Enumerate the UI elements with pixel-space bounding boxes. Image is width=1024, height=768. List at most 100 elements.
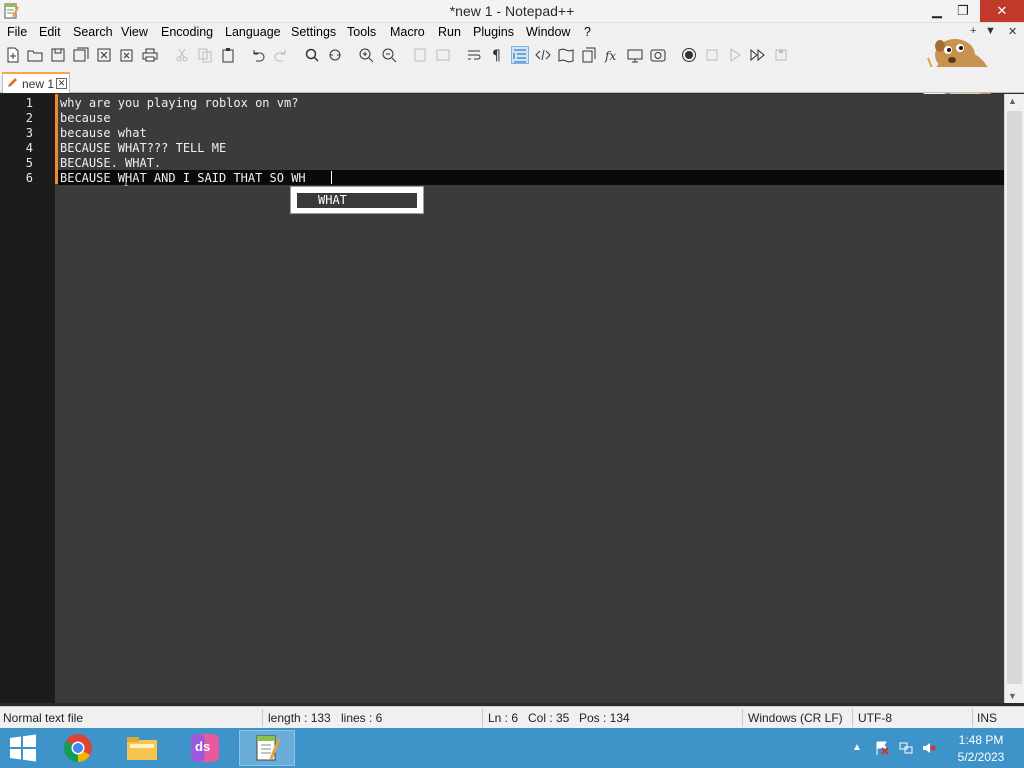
find-icon[interactable] — [303, 46, 321, 64]
monitoring-icon[interactable] — [649, 46, 667, 64]
title-bar: *new 1 - Notepad++ ▁ ❐ ✕ — [0, 0, 1024, 23]
print-icon[interactable] — [141, 46, 159, 64]
eol-status[interactable]: Windows (CR LF) — [748, 711, 843, 725]
lines-status: lines : 6 — [341, 711, 383, 725]
menu-encoding[interactable]: Encoding — [161, 25, 213, 39]
toolbar: ¶ fx — [0, 43, 1024, 67]
stop-macro-icon[interactable] — [703, 46, 721, 64]
text-caret — [331, 171, 332, 184]
menu-edit[interactable]: Edit — [39, 25, 61, 39]
line-status: Ln : 6 — [488, 711, 519, 725]
close-icon[interactable] — [95, 46, 113, 64]
scroll-up-icon[interactable]: ▲ — [1008, 96, 1017, 106]
tab-new-1[interactable]: new 1 ✕ — [2, 72, 70, 93]
open-file-icon[interactable] — [26, 46, 44, 64]
play-macro-icon[interactable] — [726, 46, 744, 64]
menu-language[interactable]: Language — [225, 25, 281, 39]
menu-macro[interactable]: Macro — [390, 25, 425, 39]
line-number-gutter: 1 2 3 4 5 6 — [0, 94, 55, 703]
menu-plugins[interactable]: Plugins — [473, 25, 514, 39]
xml-tags-icon[interactable] — [534, 46, 552, 64]
clock-time[interactable]: 1:48 PM — [955, 733, 1007, 747]
screen: *new 1 - Notepad++ ▁ ❐ ✕ File Edit Searc… — [0, 0, 1024, 768]
zoom-in-icon[interactable] — [357, 46, 375, 64]
line-number: 3 — [25, 126, 33, 140]
status-bar: Normal text file length : 133 lines : 6 … — [0, 706, 1024, 728]
autocomplete-item[interactable]: WHAT — [297, 193, 417, 208]
show-hidden-icons-icon[interactable]: ▲ — [852, 742, 866, 756]
zoom-out-icon[interactable] — [380, 46, 398, 64]
close-window-button[interactable]: ✕ — [980, 0, 1024, 22]
ds-app-label: ds — [195, 739, 211, 754]
chrome-icon — [64, 734, 92, 762]
menu-bar: File Edit Search View Encoding Language … — [0, 23, 1024, 43]
save-macro-icon[interactable] — [772, 46, 790, 64]
line-number: 2 — [25, 111, 33, 125]
clock-date[interactable]: 5/2/2023 — [955, 750, 1007, 764]
line-number: 5 — [25, 156, 33, 170]
restore-button[interactable]: ❐ — [952, 0, 974, 22]
line-number: 4 — [25, 141, 33, 155]
close-all-icon[interactable] — [118, 46, 136, 64]
save-all-icon[interactable] — [72, 46, 90, 64]
tab-label: new 1 — [22, 77, 55, 91]
ds-app-taskbar-button[interactable]: ds — [177, 730, 233, 766]
windows-start-icon[interactable] — [8, 734, 38, 762]
scroll-down-icon[interactable]: ▼ — [1008, 691, 1017, 701]
run-macro-multiple-icon[interactable] — [749, 46, 767, 64]
line-number: 6 — [25, 171, 33, 185]
replace-icon[interactable] — [326, 46, 344, 64]
autocomplete-popup: WHAT — [290, 186, 424, 214]
network-icon[interactable] — [899, 741, 913, 755]
doc-map-icon[interactable] — [557, 46, 575, 64]
menu-file[interactable]: File — [7, 25, 27, 39]
code-line[interactable]: BECAUSE WHAT??? TELL ME — [60, 141, 226, 155]
code-line[interactable]: why are you playing roblox on vm? — [60, 96, 298, 110]
scroll-thumb[interactable] — [1007, 111, 1022, 684]
length-status: length : 133 — [268, 711, 331, 725]
menu-window[interactable]: Window — [526, 25, 570, 39]
sync-horizontal-icon[interactable] — [434, 46, 452, 64]
menu-search[interactable]: Search — [73, 25, 113, 39]
code-line[interactable]: BECAUSE WHAT AND I SAID THAT SO WH — [60, 171, 306, 185]
copy-icon[interactable] — [196, 46, 214, 64]
minimize-button[interactable]: ▁ — [926, 0, 948, 22]
indent-guide-icon[interactable] — [511, 46, 529, 64]
function-list-icon[interactable]: fx — [603, 46, 621, 64]
doc-list-icon[interactable] — [580, 46, 598, 64]
menu-tools[interactable]: Tools — [347, 25, 376, 39]
undo-icon[interactable] — [249, 46, 267, 64]
new-file-icon[interactable] — [4, 46, 22, 64]
paste-icon[interactable] — [219, 46, 237, 64]
notepadpp-taskbar-button[interactable] — [239, 730, 295, 766]
volume-muted-icon[interactable] — [922, 741, 936, 755]
column-status: Col : 35 — [528, 711, 570, 725]
redo-icon[interactable] — [272, 46, 290, 64]
menu-help[interactable]: ? — [584, 25, 591, 39]
editor-area[interactable]: 1 2 3 4 5 6 why are you playing roblox o… — [0, 94, 1004, 703]
chrome-taskbar-button[interactable] — [50, 730, 106, 766]
cut-icon[interactable] — [173, 46, 191, 64]
sync-vertical-icon[interactable] — [411, 46, 429, 64]
code-line[interactable]: because — [60, 111, 111, 125]
code-line[interactable]: because what — [60, 126, 147, 140]
file-explorer-taskbar-button[interactable] — [114, 730, 170, 766]
pencil-icon — [8, 78, 17, 87]
file-explorer-icon — [127, 737, 157, 760]
close-doc-icon[interactable]: ✕ — [1008, 25, 1017, 38]
svg-text:¶: ¶ — [492, 48, 501, 63]
vertical-scrollbar[interactable]: ▲ ▼ — [1004, 94, 1024, 703]
action-center-flag-icon[interactable] — [875, 741, 889, 755]
show-all-chars-icon[interactable]: ¶ — [488, 46, 506, 64]
menu-view[interactable]: View — [121, 25, 148, 39]
code-line[interactable]: BECAUSE. WHAT. — [60, 156, 161, 170]
tab-close-icon[interactable]: ✕ — [56, 78, 67, 89]
encoding-status[interactable]: UTF-8 — [858, 711, 892, 725]
insert-mode-status[interactable]: INS — [977, 711, 997, 725]
word-wrap-icon[interactable] — [465, 46, 483, 64]
folder-workspace-icon[interactable] — [626, 46, 644, 64]
record-macro-icon[interactable] — [680, 46, 698, 64]
menu-run[interactable]: Run — [438, 25, 461, 39]
menu-settings[interactable]: Settings — [291, 25, 336, 39]
save-icon[interactable] — [49, 46, 67, 64]
